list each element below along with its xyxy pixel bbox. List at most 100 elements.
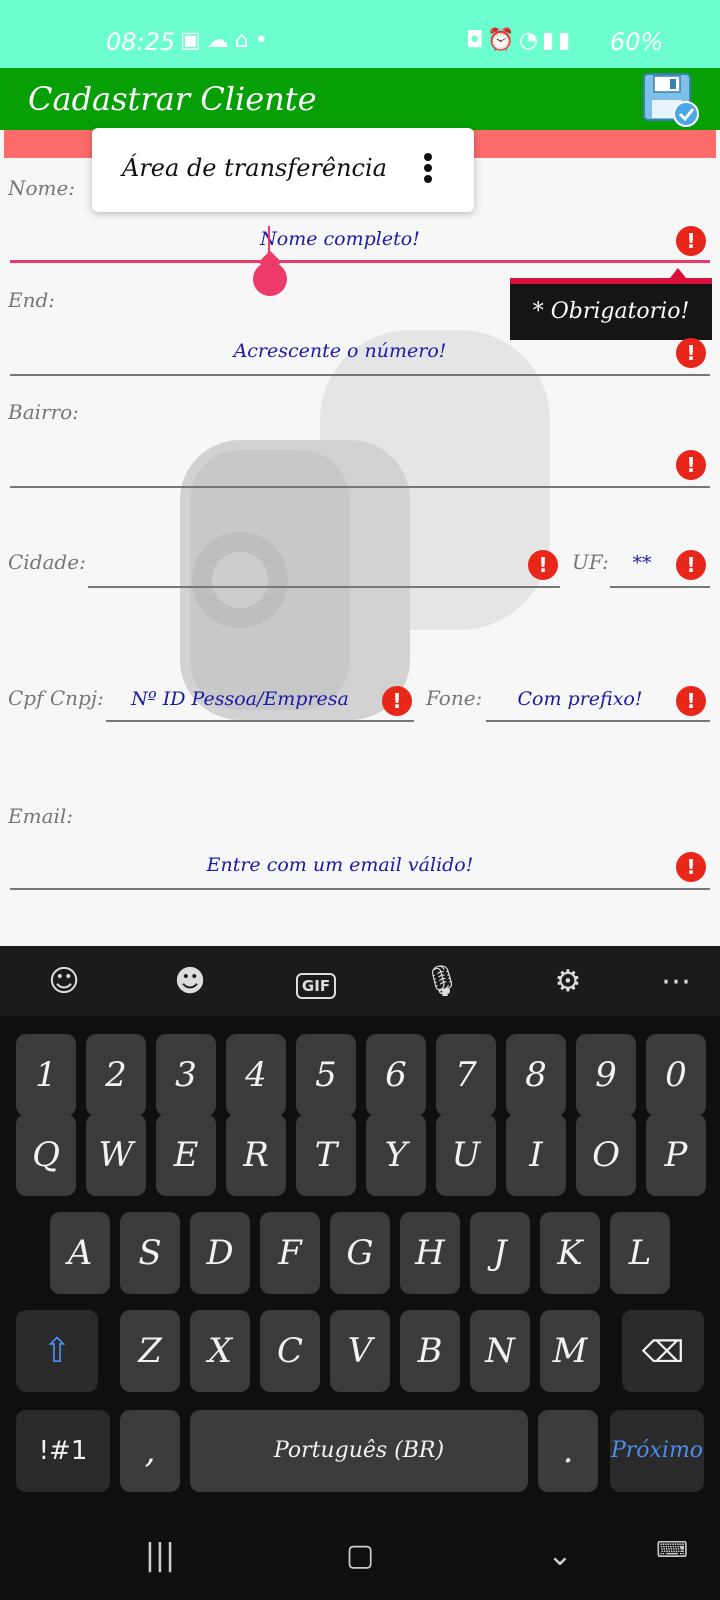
nome-error-icon[interactable]: !: [676, 226, 706, 256]
key-h[interactable]: H: [400, 1212, 460, 1294]
key-2[interactable]: 2: [86, 1034, 146, 1116]
gallery-icon: ▣: [180, 28, 207, 53]
comma-key[interactable]: ,: [120, 1410, 180, 1492]
key-s[interactable]: S: [120, 1212, 180, 1294]
more-icon[interactable]: ⋯: [654, 960, 698, 1004]
key-f[interactable]: F: [260, 1212, 320, 1294]
security-camera-watermark: [180, 330, 550, 720]
keyboard-hide-icon[interactable]: ⌨: [650, 1538, 694, 1563]
backspace-icon: ⌫: [641, 1335, 685, 1370]
bairro-underline: [10, 486, 710, 488]
cursor-handle[interactable]: [253, 262, 287, 296]
mic-icon[interactable]: 🎙: [420, 960, 464, 1004]
key-g[interactable]: G: [330, 1212, 390, 1294]
camera-icon: ⌂: [234, 28, 255, 53]
wifi-icon: ◔: [518, 28, 543, 53]
emoji-icon[interactable]: ☺: [42, 960, 86, 1004]
key-u[interactable]: U: [436, 1114, 496, 1196]
save-button[interactable]: [642, 72, 700, 128]
key-1[interactable]: 1: [16, 1034, 76, 1116]
fone-label: Fone:: [426, 686, 483, 710]
key-9[interactable]: 9: [576, 1034, 636, 1116]
lock-icon: ◘: [466, 28, 488, 53]
gif-label: GIF: [295, 973, 337, 999]
clipboard-label[interactable]: Área de transferência: [122, 154, 387, 182]
key-m[interactable]: M: [540, 1310, 600, 1392]
uf-label: UF:: [572, 550, 609, 574]
shift-icon: ⇧: [42, 1331, 72, 1371]
period-key[interactable]: .: [538, 1410, 598, 1492]
key-l[interactable]: L: [610, 1212, 670, 1294]
key-w[interactable]: W: [86, 1114, 146, 1196]
email-input[interactable]: Entre com um email válido!: [140, 854, 540, 876]
battery-level: 60%: [610, 28, 664, 56]
nome-input[interactable]: Nome completo!: [140, 228, 540, 250]
more-vert-icon[interactable]: [418, 150, 438, 190]
sticker-icon[interactable]: ☻: [168, 960, 212, 1004]
key-k[interactable]: K: [540, 1212, 600, 1294]
key-z[interactable]: Z: [120, 1310, 180, 1392]
key-x[interactable]: X: [190, 1310, 250, 1392]
key-y[interactable]: Y: [366, 1114, 426, 1196]
key-c[interactable]: C: [260, 1310, 320, 1392]
cpf-error-icon[interactable]: !: [382, 686, 412, 716]
required-tooltip: * Obrigatorio!: [510, 284, 712, 340]
recent-apps-icon[interactable]: |||: [140, 1538, 180, 1573]
key-j[interactable]: J: [470, 1212, 530, 1294]
uf-input[interactable]: **: [612, 552, 672, 574]
home-icon[interactable]: ▢: [340, 1538, 380, 1573]
end-underline: [10, 374, 710, 376]
cpf-label: Cpf Cnpj:: [8, 686, 104, 710]
key-5[interactable]: 5: [296, 1034, 356, 1116]
alarm-icon: ⏰: [487, 28, 519, 53]
key-a[interactable]: A: [50, 1212, 110, 1294]
uf-error-icon[interactable]: !: [676, 550, 706, 580]
end-error-icon[interactable]: !: [676, 338, 706, 368]
cpf-underline: [106, 720, 414, 722]
signal-icon: ▮▮: [542, 28, 575, 53]
fone-error-icon[interactable]: !: [676, 686, 706, 716]
key-p[interactable]: P: [646, 1114, 706, 1196]
cidade-error-icon[interactable]: !: [528, 550, 558, 580]
app-bar: Cadastrar Cliente: [0, 68, 720, 130]
key-7[interactable]: 7: [436, 1034, 496, 1116]
key-3[interactable]: 3: [156, 1034, 216, 1116]
end-label: End:: [8, 288, 56, 312]
cidade-underline: [88, 586, 560, 588]
key-8[interactable]: 8: [506, 1034, 566, 1116]
clipboard-popup[interactable]: Área de transferência: [92, 128, 474, 212]
status-time: 08:25: [106, 28, 176, 56]
key-t[interactable]: T: [296, 1114, 356, 1196]
key-d[interactable]: D: [190, 1212, 250, 1294]
fone-input[interactable]: Com prefixo!: [490, 688, 670, 710]
bairro-error-icon[interactable]: !: [676, 450, 706, 480]
backspace-key[interactable]: ⌫: [622, 1310, 704, 1392]
settings-icon[interactable]: ⚙: [546, 960, 590, 1004]
key-v[interactable]: V: [330, 1310, 390, 1392]
key-n[interactable]: N: [470, 1310, 530, 1392]
key-b[interactable]: B: [400, 1310, 460, 1392]
key-q[interactable]: Q: [16, 1114, 76, 1196]
next-key[interactable]: Próximo: [610, 1410, 704, 1492]
space-key[interactable]: Português (BR): [190, 1410, 528, 1492]
key-6[interactable]: 6: [366, 1034, 426, 1116]
fone-underline: [486, 720, 710, 722]
key-r[interactable]: R: [226, 1114, 286, 1196]
email-error-icon[interactable]: !: [676, 852, 706, 882]
key-4[interactable]: 4: [226, 1034, 286, 1116]
key-i[interactable]: I: [506, 1114, 566, 1196]
nome-underline: [10, 260, 710, 263]
bairro-label: Bairro:: [8, 400, 79, 424]
cloud-icon: ☁: [206, 28, 235, 53]
shift-key[interactable]: ⇧: [16, 1310, 98, 1392]
status-bar: 08:25 ▣☁⌂• ◘⏰◔▮▮ 60%: [0, 0, 720, 68]
back-icon[interactable]: ⌄: [540, 1538, 580, 1573]
key-o[interactable]: O: [576, 1114, 636, 1196]
symbols-key[interactable]: !#1: [16, 1410, 110, 1492]
key-e[interactable]: E: [156, 1114, 216, 1196]
key-0[interactable]: 0: [646, 1034, 706, 1116]
cidade-label: Cidade:: [8, 550, 86, 574]
gif-icon[interactable]: GIF: [294, 960, 338, 1004]
cpf-input[interactable]: Nº ID Pessoa/Empresa: [110, 688, 370, 710]
end-input[interactable]: Acrescente o número!: [140, 340, 540, 362]
